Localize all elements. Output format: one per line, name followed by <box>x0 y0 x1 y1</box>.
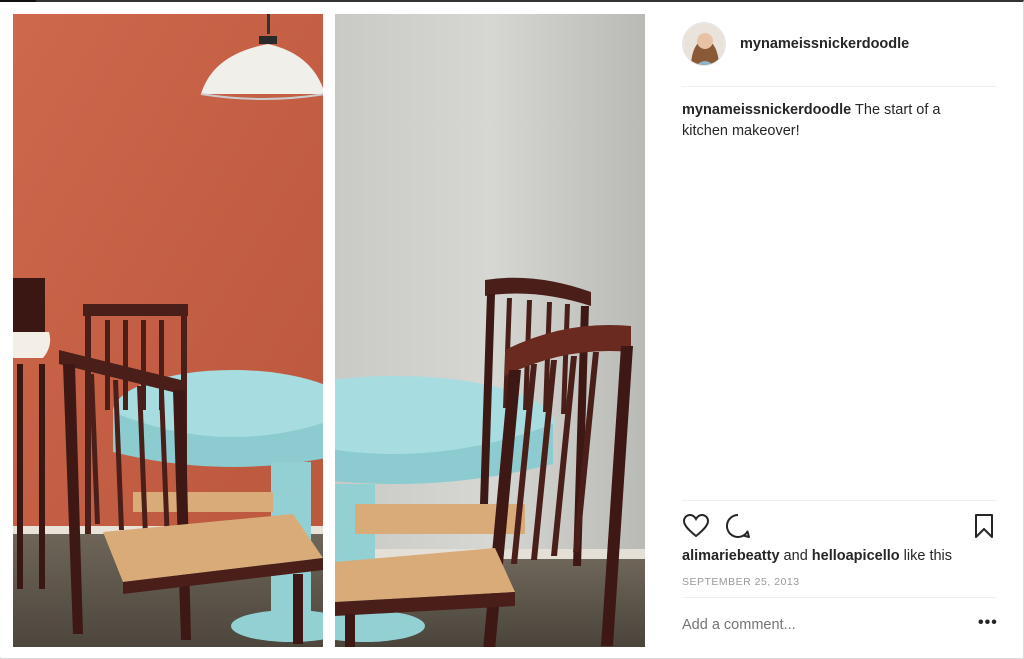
after-kitchen-image <box>335 14 645 647</box>
save-button[interactable] <box>970 512 998 540</box>
post-date[interactable]: SEPTEMBER 25, 2013 <box>682 576 800 588</box>
post-header: mynameissnickerdoodle <box>682 22 998 66</box>
header-divider <box>682 86 996 87</box>
comment-input[interactable] <box>682 617 952 633</box>
heart-icon <box>683 514 709 538</box>
actions-divider <box>682 500 996 501</box>
after-photo-panel <box>335 14 645 647</box>
avatar-photo <box>683 23 725 65</box>
bookmark-icon <box>975 514 993 538</box>
likes-suffix: like this <box>899 548 953 564</box>
more-options-icon[interactable]: ••• <box>978 614 998 632</box>
comment-button[interactable] <box>724 512 752 540</box>
post-actions <box>682 512 996 540</box>
avatar[interactable] <box>682 22 726 66</box>
post-username[interactable]: mynameissnickerdoodle <box>740 36 909 52</box>
before-kitchen-image <box>13 14 323 647</box>
liker-helloapicello[interactable]: helloapicello <box>812 548 900 564</box>
like-button[interactable] <box>682 512 710 540</box>
liker-alimariebeatty[interactable]: alimariebeatty <box>682 548 780 564</box>
comment-bubble-icon <box>726 513 750 538</box>
post-caption: mynameissnickerdoodle The start of a kit… <box>682 100 982 142</box>
likes-and: and <box>779 548 812 564</box>
before-photo-panel <box>13 14 323 647</box>
caption-username[interactable]: mynameissnickerdoodle <box>682 102 851 118</box>
comment-divider <box>682 597 996 598</box>
likes-line: alimariebeatty and helloapicello like th… <box>682 548 952 564</box>
post-sidebar: mynameissnickerdoodle mynameissnickerdoo… <box>668 2 1008 657</box>
post-image[interactable] <box>0 2 656 657</box>
